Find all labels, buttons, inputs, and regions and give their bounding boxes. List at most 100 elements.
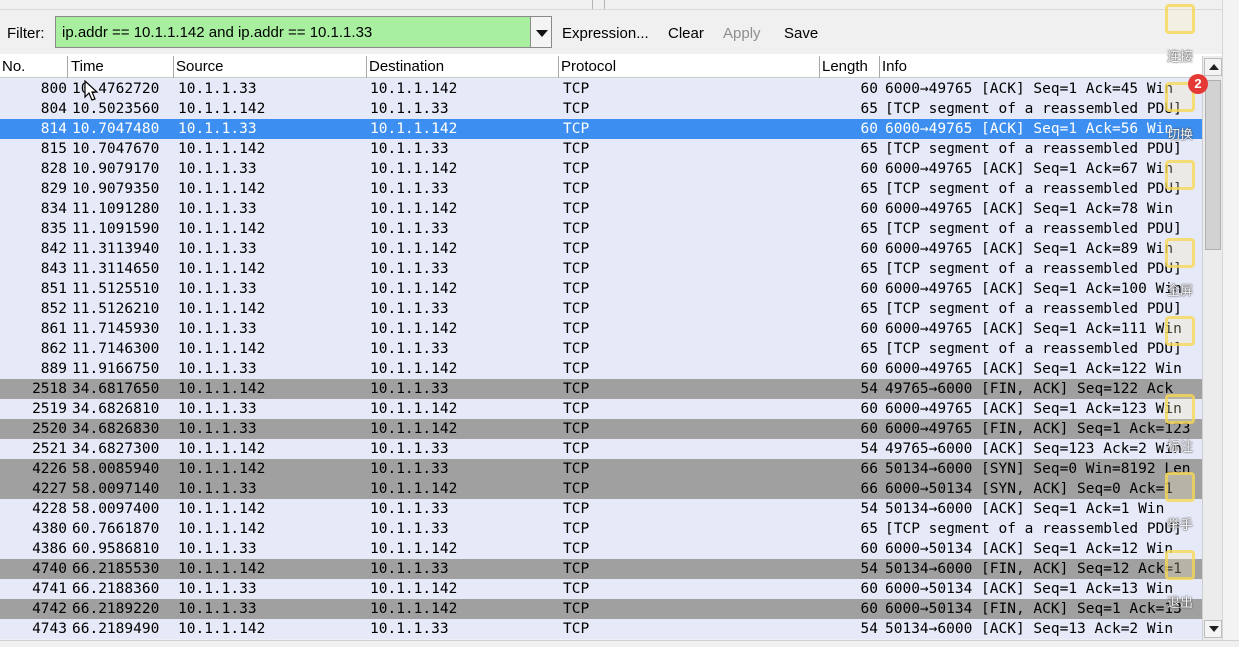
scroll-up-icon[interactable]	[1204, 58, 1222, 76]
packet-row[interactable]: 815 10.7047670 10.1.1.142 10.1.1.33 TCP 65 [TC…	[0, 139, 1202, 159]
packet-destination: 10.1.1.142	[370, 601, 458, 617]
packet-row[interactable]: 4740 66.2185530 10.1.1.142 10.1.1.33 TCP 54 50…	[0, 559, 1202, 579]
packet-protocol: TCP	[563, 281, 590, 297]
scroll-down-icon[interactable]	[1204, 620, 1222, 638]
packet-row[interactable]: 834 11.1091280 10.1.1.33 10.1.1.142 TCP 60 600…	[0, 199, 1202, 219]
packet-no: 4740	[32, 561, 67, 577]
packet-source: 10.1.1.142	[178, 501, 266, 517]
packet-time: 58.0085940	[72, 461, 160, 477]
packet-source: 10.1.1.142	[178, 441, 266, 457]
column-header-no[interactable]: No.	[0, 56, 68, 78]
packet-row[interactable]: 851 11.5125510 10.1.1.33 10.1.1.142 TCP 60 600…	[0, 279, 1202, 299]
packet-time: 66.2189220	[72, 601, 160, 617]
packet-time: 10.5023560	[72, 101, 160, 117]
packet-destination: 10.1.1.33	[370, 341, 449, 357]
packet-row[interactable]: 4741 66.2188360 10.1.1.33 10.1.1.142 TCP 60 60…	[0, 579, 1202, 599]
overlay-tool-annotate[interactable]: 标注	[1155, 390, 1205, 468]
packet-length: 65	[860, 221, 878, 237]
packet-time: 34.6826830	[72, 421, 160, 437]
packet-row[interactable]: 4226 58.0085940 10.1.1.142 10.1.1.33 TCP 66 50…	[0, 459, 1202, 479]
packet-destination: 10.1.1.142	[370, 161, 458, 177]
packet-row[interactable]: 2521 34.6827300 10.1.1.142 10.1.1.33 TCP 54 49…	[0, 439, 1202, 459]
filter-history-dropdown-button[interactable]	[530, 16, 552, 48]
packet-source: 10.1.1.142	[178, 461, 266, 477]
packet-source: 10.1.1.33	[178, 201, 257, 217]
packet-row[interactable]: 804 10.5023560 10.1.1.142 10.1.1.33 TCP 65 [TC…	[0, 99, 1202, 119]
column-header-length[interactable]: Length	[820, 56, 880, 78]
overlay-tool-switch[interactable]: 切换 2	[1155, 74, 1208, 156]
packet-source: 10.1.1.33	[178, 421, 257, 437]
packet-destination: 10.1.1.142	[370, 421, 458, 437]
column-header-protocol[interactable]: Protocol	[559, 56, 820, 78]
packet-row[interactable]: 4742 66.2189220 10.1.1.33 10.1.1.142 TCP 60 60…	[0, 599, 1202, 619]
packet-row[interactable]: 829 10.9079350 10.1.1.142 10.1.1.33 TCP 65 [TC…	[0, 179, 1202, 199]
packet-time: 11.5126210	[72, 301, 160, 317]
expression-button[interactable]: Expression...	[562, 25, 649, 42]
packet-protocol: TCP	[563, 101, 590, 117]
packet-time: 11.7145930	[72, 321, 160, 337]
packet-source: 10.1.1.142	[178, 301, 266, 317]
packet-row[interactable]: 4380 60.7661870 10.1.1.142 10.1.1.33 TCP 65 [T…	[0, 519, 1202, 539]
packet-row[interactable]: 843 11.3114650 10.1.1.142 10.1.1.33 TCP 65 [TC…	[0, 259, 1202, 279]
packet-time: 66.2189490	[72, 621, 160, 637]
display-filter-input[interactable]: ip.addr == 10.1.1.142 and ip.addr == 10.…	[55, 16, 531, 48]
packet-time: 10.9079350	[72, 181, 160, 197]
packet-protocol: TCP	[563, 261, 590, 277]
packet-row[interactable]: 835 11.1091590 10.1.1.142 10.1.1.33 TCP 65 [TC…	[0, 219, 1202, 239]
packet-no: 4742	[32, 601, 67, 617]
overlay-tool-raise-hand[interactable]: 举手	[1155, 468, 1205, 546]
packet-length: 60	[860, 541, 878, 557]
packet-row[interactable]: 4227 58.0097140 10.1.1.33 10.1.1.142 TCP 66 60…	[0, 479, 1202, 499]
vertical-scrollbar[interactable]	[1202, 56, 1222, 640]
packet-no: 835	[40, 221, 67, 237]
packet-row[interactable]: 828 10.9079170 10.1.1.33 10.1.1.142 TCP 60 600…	[0, 159, 1202, 179]
packet-source: 10.1.1.142	[178, 621, 266, 637]
packet-row[interactable]: 842 11.3113940 10.1.1.33 10.1.1.142 TCP 60 600…	[0, 239, 1202, 259]
save-button[interactable]: Save	[784, 25, 818, 42]
packet-row[interactable]: 852 11.5126210 10.1.1.142 10.1.1.33 TCP 65 [TC…	[0, 299, 1202, 319]
remote-overlay-toolbar: 连接 切换 2 全屏 标注 举手 退出	[1155, 0, 1208, 620]
filter-label: Filter:	[7, 25, 45, 42]
overlay-tool-grid[interactable]	[1155, 312, 1205, 390]
horizontal-scrollbar[interactable]	[0, 640, 1239, 647]
packet-no: 852	[40, 301, 67, 317]
packet-no: 804	[40, 101, 67, 117]
annotate-icon	[1165, 394, 1195, 424]
column-header-time[interactable]: Time	[69, 56, 174, 78]
packet-row[interactable]: 2520 34.6826830 10.1.1.33 10.1.1.142 TCP 60 60…	[0, 419, 1202, 439]
packet-no: 851	[40, 281, 67, 297]
packet-source: 10.1.1.142	[178, 221, 266, 237]
overlay-tool-connect[interactable]: 连接	[1155, 0, 1205, 78]
fullscreen-icon	[1165, 238, 1195, 268]
column-header-destination[interactable]: Destination	[367, 56, 559, 78]
packet-row[interactable]: 4386 60.9586810 10.1.1.33 10.1.1.142 TCP 60 60…	[0, 539, 1202, 559]
scrollbar-thumb[interactable]	[1205, 80, 1221, 250]
packet-row[interactable]: 889 11.9166750 10.1.1.33 10.1.1.142 TCP 60 600…	[0, 359, 1202, 379]
packet-source: 10.1.1.33	[178, 241, 257, 257]
packet-row[interactable]: 2518 34.6817650 10.1.1.142 10.1.1.33 TCP 54 49…	[0, 379, 1202, 399]
column-header-info[interactable]: Info	[880, 56, 1202, 78]
column-header-source[interactable]: Source	[174, 56, 367, 78]
packet-time: 60.9586810	[72, 541, 160, 557]
packet-row[interactable]: 800 10.4762720 10.1.1.33 10.1.1.142 TCP 60 600…	[0, 79, 1202, 99]
overlay-tool-exit[interactable]: 退出	[1155, 546, 1205, 624]
apply-button[interactable]: Apply	[723, 25, 761, 42]
overlay-tool-fullscreen[interactable]: 全屏	[1155, 234, 1205, 312]
overlay-tool-pen[interactable]	[1155, 156, 1205, 234]
packet-no: 843	[40, 261, 67, 277]
packet-row[interactable]: 862 11.7146300 10.1.1.142 10.1.1.33 TCP 65 [TC…	[0, 339, 1202, 359]
clear-button[interactable]: Clear	[668, 25, 704, 42]
packet-row[interactable]: 861 11.7145930 10.1.1.33 10.1.1.142 TCP 60 600…	[0, 319, 1202, 339]
packet-time: 11.1091590	[72, 221, 160, 237]
packet-row[interactable]: 4743 66.2189490 10.1.1.142 10.1.1.33 TCP 54 50…	[0, 619, 1202, 639]
packet-protocol: TCP	[563, 141, 590, 157]
packet-no: 2520	[32, 421, 67, 437]
packet-protocol: TCP	[563, 341, 590, 357]
packet-row[interactable]: 814 10.7047480 10.1.1.33 10.1.1.142 TCP 60 600…	[0, 119, 1202, 139]
packet-no: 2518	[32, 381, 67, 397]
packet-row[interactable]: 4228 58.0097400 10.1.1.142 10.1.1.33 TCP 54 50…	[0, 499, 1202, 519]
packet-protocol: TCP	[563, 381, 590, 397]
packet-destination: 10.1.1.142	[370, 281, 458, 297]
packet-row[interactable]: 2519 34.6826810 10.1.1.33 10.1.1.142 TCP 60 60…	[0, 399, 1202, 419]
packet-length: 60	[860, 121, 878, 137]
